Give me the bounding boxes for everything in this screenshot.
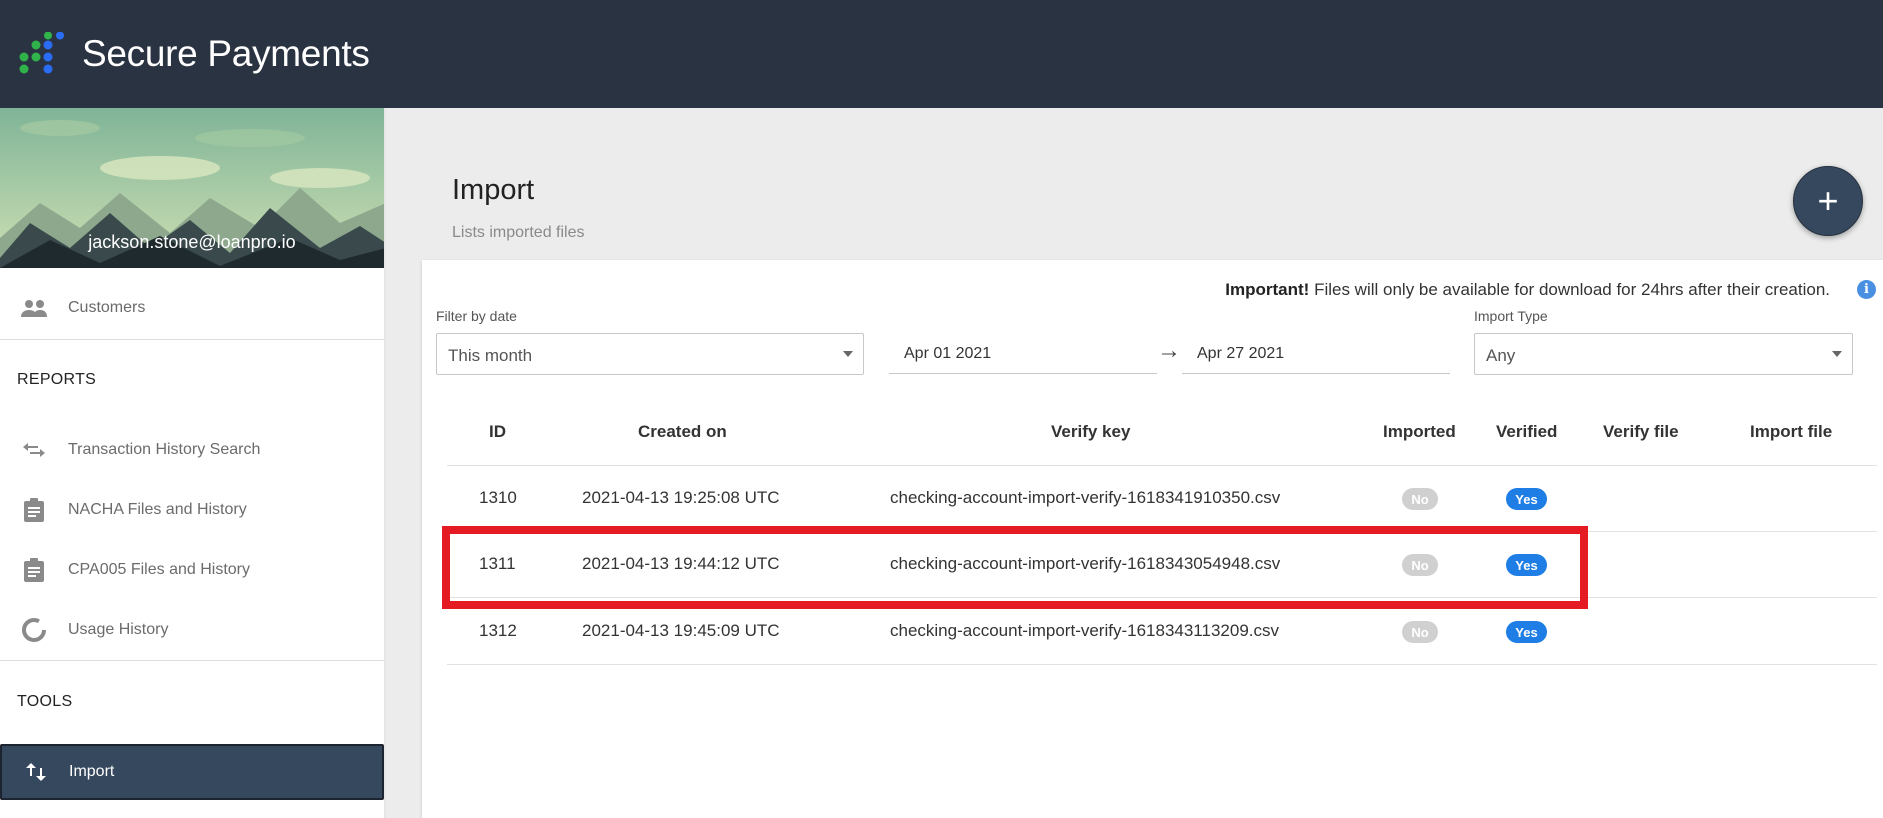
sidebar-item-usage-history[interactable]: Usage History: [0, 606, 384, 654]
import-type-select[interactable]: Any: [1474, 333, 1853, 375]
sidebar-item-import[interactable]: Import: [0, 744, 384, 800]
section-header-reports: REPORTS: [17, 371, 97, 388]
column-header-id[interactable]: ID: [489, 422, 506, 442]
imported-badge: No: [1402, 621, 1438, 643]
arrow-right-icon: →: [1157, 337, 1181, 364]
chevron-down-icon: [843, 351, 853, 357]
table-divider: [447, 664, 1877, 665]
sidebar-item-nacha-files[interactable]: NACHA Files and History: [0, 486, 384, 534]
cell-created-on: 2021-04-13 19:45:09 UTC: [582, 621, 780, 640]
import-arrows-icon: [24, 760, 48, 784]
import-type-label: Import Type: [1474, 308, 1548, 324]
column-header-import-file[interactable]: Import file: [1750, 422, 1832, 442]
people-icon: [20, 296, 48, 320]
top-bar: Secure Payments: [0, 0, 1883, 108]
start-date-value: Apr 01 2021: [904, 345, 992, 362]
date-filter-value: This month: [448, 346, 533, 365]
column-header-imported[interactable]: Imported: [1383, 422, 1456, 442]
verified-badge: Yes: [1506, 488, 1547, 510]
cell-id: 1312: [479, 621, 517, 640]
end-date-input[interactable]: Apr 27 2021: [1182, 332, 1450, 374]
clipboard-icon: [20, 498, 48, 522]
cell-verify-key[interactable]: checking-account-import-verify-161834191…: [890, 488, 1280, 508]
filter-by-date-label: Filter by date: [436, 308, 517, 324]
column-header-verify-key[interactable]: Verify key: [1051, 422, 1130, 442]
verified-badge: Yes: [1506, 621, 1547, 643]
brand-name: Secure Payments: [82, 33, 370, 74]
sidebar-item-label: Customers: [68, 299, 146, 316]
row-highlight-box: [442, 526, 1588, 609]
sidebar-item-label: CPA005 Files and History: [68, 561, 250, 578]
info-icon[interactable]: i: [1857, 280, 1876, 299]
notice-text: Files will only be available for downloa…: [1309, 280, 1830, 299]
sidebar-item-label: Transaction History Search: [68, 441, 261, 458]
column-header-verified[interactable]: Verified: [1496, 422, 1557, 442]
table-divider: [447, 465, 1877, 466]
divider: [0, 660, 384, 661]
section-header-tools: TOOLS: [17, 693, 73, 710]
imported-badge: No: [1402, 488, 1438, 510]
sidebar-item-cpa005-files[interactable]: CPA005 Files and History: [0, 546, 384, 594]
donut-chart-icon: [20, 618, 48, 642]
swap-arrows-icon: [20, 438, 48, 462]
cell-verify-key[interactable]: checking-account-import-verify-161834311…: [890, 621, 1279, 641]
logo-icon: [19, 32, 73, 74]
date-filter-select[interactable]: This month: [436, 333, 864, 375]
chevron-down-icon: [1832, 351, 1842, 357]
import-type-value: Any: [1486, 346, 1516, 365]
page-subtitle: Lists imported files: [452, 224, 585, 241]
sidebar-item-label: NACHA Files and History: [68, 501, 247, 518]
sidebar-item-label: Usage History: [68, 621, 169, 638]
clipboard-icon: [20, 558, 48, 582]
user-email: jackson.stone@loanpro.io: [88, 232, 296, 252]
add-import-button[interactable]: +: [1793, 166, 1863, 236]
cell-created-on: 2021-04-13 19:25:08 UTC: [582, 488, 780, 507]
sidebar-item-transaction-history-search[interactable]: Transaction History Search: [0, 426, 384, 474]
start-date-input[interactable]: Apr 01 2021: [889, 332, 1157, 374]
sidebar-item-label: Import: [69, 763, 115, 780]
cell-id: 1310: [479, 488, 517, 507]
sidebar-scrollbar[interactable]: [384, 108, 386, 818]
page-title: Import: [452, 174, 535, 206]
sidebar: jackson.stone@loanpro.io Customers REPOR…: [0, 108, 386, 818]
notice-strong: Important!: [1225, 280, 1310, 299]
divider: [0, 339, 384, 340]
end-date-value: Apr 27 2021: [1197, 345, 1285, 362]
column-header-created-on[interactable]: Created on: [638, 422, 727, 442]
sidebar-item-customers[interactable]: Customers: [0, 284, 384, 332]
profile-banner: jackson.stone@loanpro.io: [0, 108, 386, 268]
column-header-verify-file[interactable]: Verify file: [1603, 422, 1679, 442]
important-notice: Important! Files will only be available …: [1225, 280, 1830, 300]
